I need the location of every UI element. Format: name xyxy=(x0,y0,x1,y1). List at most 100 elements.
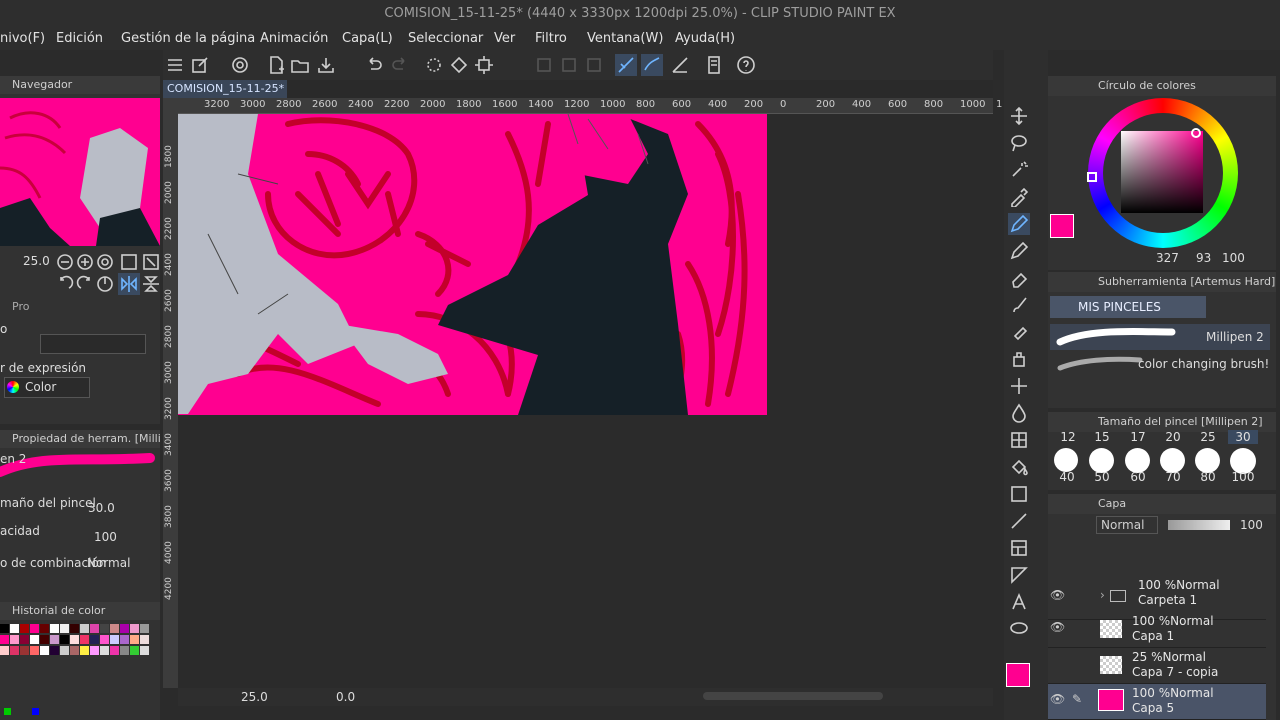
speech-balloon-icon[interactable] xyxy=(1008,618,1030,640)
snap-ruler-icon[interactable] xyxy=(615,54,637,76)
magic-wand-icon[interactable] xyxy=(1008,159,1030,181)
loading-icon[interactable] xyxy=(423,54,445,76)
brush-size-top-12[interactable]: 12 xyxy=(1053,430,1083,444)
eye-icon[interactable]: 👁 xyxy=(1050,620,1065,634)
help-icon[interactable] xyxy=(735,54,757,76)
brush-size-top-30[interactable]: 30 xyxy=(1228,430,1258,444)
panel-frame-icon[interactable] xyxy=(1008,537,1030,559)
airbrush-icon[interactable] xyxy=(1008,321,1030,343)
eyedropper-icon[interactable] xyxy=(1008,186,1030,208)
lasso-icon[interactable] xyxy=(1008,132,1030,154)
pen-icon[interactable] xyxy=(1008,213,1030,235)
text-icon[interactable] xyxy=(1008,591,1030,613)
brush-size-80[interactable]: 80 xyxy=(1193,470,1223,484)
eraser-icon[interactable] xyxy=(1008,267,1030,289)
new-file-icon[interactable] xyxy=(265,54,287,76)
sv-cursor[interactable] xyxy=(1191,128,1201,138)
menu-view[interactable]: Ver xyxy=(494,28,515,50)
layer-row-capa-5[interactable]: 👁 ✎ 100 %Normal Capa 5 xyxy=(1048,684,1266,720)
redo-icon[interactable] xyxy=(389,54,411,76)
zoom-in-icon[interactable] xyxy=(74,251,96,273)
menu-window[interactable]: Ventana(W) xyxy=(587,28,663,50)
transform-icon[interactable] xyxy=(473,54,495,76)
blend-icon[interactable] xyxy=(1008,402,1030,424)
menu-icon[interactable] xyxy=(164,54,186,76)
rotate-right-icon[interactable] xyxy=(74,273,96,295)
save-icon[interactable] xyxy=(315,54,337,76)
opacity-value[interactable]: 100 xyxy=(94,530,117,544)
eye-icon[interactable]: 👁 xyxy=(1050,588,1066,602)
menu-file[interactable]: nivo(F) xyxy=(0,28,45,50)
eye-icon[interactable]: 👁 xyxy=(1050,692,1065,706)
brush-size-top-17[interactable]: 17 xyxy=(1123,430,1153,444)
layer-row-capa-7-copia[interactable]: 25 %Normal Capa 7 - copia xyxy=(1048,648,1266,684)
pencil-icon[interactable] xyxy=(1008,240,1030,262)
rotate-left-icon[interactable] xyxy=(54,273,76,295)
actual-size-icon[interactable] xyxy=(118,251,140,273)
device-icon[interactable] xyxy=(703,54,725,76)
layer-opacity-value[interactable]: 100 xyxy=(1240,518,1263,532)
flip-horizontal-icon[interactable] xyxy=(118,273,140,295)
clip-studio-icon[interactable] xyxy=(229,54,251,76)
brush-icon[interactable] xyxy=(1008,294,1030,316)
menu-layer[interactable]: Capa(L) xyxy=(342,28,393,50)
menu-filter[interactable]: Filtro xyxy=(535,28,567,50)
sub-tool-item[interactable]: color changing brush! xyxy=(1050,352,1270,378)
document-tab[interactable]: COMISION_15-11-25* ● xyxy=(163,80,287,113)
flip-vertical-icon[interactable] xyxy=(140,273,162,295)
hue-cursor[interactable] xyxy=(1087,172,1097,182)
saturation-value-square[interactable] xyxy=(1121,131,1203,213)
brush-size-top-25[interactable]: 25 xyxy=(1193,430,1223,444)
brush-size-50[interactable]: 50 xyxy=(1087,470,1117,484)
snap-grid-icon[interactable] xyxy=(669,54,691,76)
swatch-blue[interactable] xyxy=(32,708,39,715)
menu-select[interactable]: Seleccionar xyxy=(408,28,483,50)
brush-size-top-20[interactable]: 20 xyxy=(1158,430,1188,444)
layer-opacity-slider[interactable] xyxy=(1168,520,1230,530)
sparkle-icon[interactable] xyxy=(1008,375,1030,397)
brush-size-100[interactable]: 100 xyxy=(1228,470,1258,484)
color-history-swatches[interactable] xyxy=(0,624,150,672)
expression-color-select[interactable]: Color xyxy=(4,377,90,398)
blend-mode-value[interactable]: Normal xyxy=(87,556,130,570)
deselect-icon[interactable] xyxy=(583,54,605,76)
brush-size-40[interactable]: 40 xyxy=(1052,470,1082,484)
frame-border-icon[interactable] xyxy=(1008,429,1030,451)
status-zoom-value[interactable]: 25.0 xyxy=(241,690,268,704)
edit-icon[interactable] xyxy=(189,54,211,76)
sub-tool-item-selected[interactable]: Millipen 2 xyxy=(1050,324,1270,350)
gradient-icon[interactable] xyxy=(1008,483,1030,505)
swatch-green[interactable] xyxy=(4,708,11,715)
ruler-icon[interactable] xyxy=(1008,564,1030,586)
move-icon[interactable] xyxy=(1008,105,1030,127)
sub-tool-group-tab[interactable]: MIS PINCELES xyxy=(1050,296,1206,318)
folder-chevron-icon[interactable]: › xyxy=(1100,588,1105,602)
status-angle-value[interactable]: 0.0 xyxy=(336,690,355,704)
main-color-swatch[interactable] xyxy=(1006,663,1030,687)
tool-property-tabs[interactable]: Pro xyxy=(12,300,29,313)
layer-blend-select[interactable]: Normal xyxy=(1096,516,1158,534)
open-folder-icon[interactable] xyxy=(289,54,311,76)
navigator-zoom-value[interactable]: 25.0 xyxy=(23,254,50,268)
brush-dot-40[interactable] xyxy=(1054,448,1078,472)
brush-size-70[interactable]: 70 xyxy=(1158,470,1188,484)
wheel-main-color[interactable] xyxy=(1050,214,1074,238)
snap-special-ruler-icon[interactable] xyxy=(641,54,663,76)
fit-icon[interactable] xyxy=(94,251,116,273)
line-icon[interactable] xyxy=(1008,510,1030,532)
menu-page[interactable]: Gestión de la página xyxy=(121,28,255,50)
canvas-artwork[interactable] xyxy=(178,114,767,415)
brush-size-top-15[interactable]: 15 xyxy=(1087,430,1117,444)
menu-edit[interactable]: Edición xyxy=(56,28,103,50)
brush-size-60[interactable]: 60 xyxy=(1123,470,1153,484)
layer-row-capa-1[interactable]: 👁 100 %Normal Capa 1 xyxy=(1048,612,1266,648)
crop-icon[interactable] xyxy=(533,54,555,76)
grid-icon[interactable] xyxy=(558,54,580,76)
fill-bucket-icon[interactable] xyxy=(1008,456,1030,478)
fit-window-icon[interactable] xyxy=(140,251,162,273)
brush-size-value[interactable]: 30.0 xyxy=(88,501,115,515)
decoration-icon[interactable] xyxy=(1008,348,1030,370)
menu-help[interactable]: Ayuda(H) xyxy=(675,28,735,50)
menu-animation[interactable]: Animación xyxy=(260,28,328,50)
zoom-out-icon[interactable] xyxy=(54,251,76,273)
